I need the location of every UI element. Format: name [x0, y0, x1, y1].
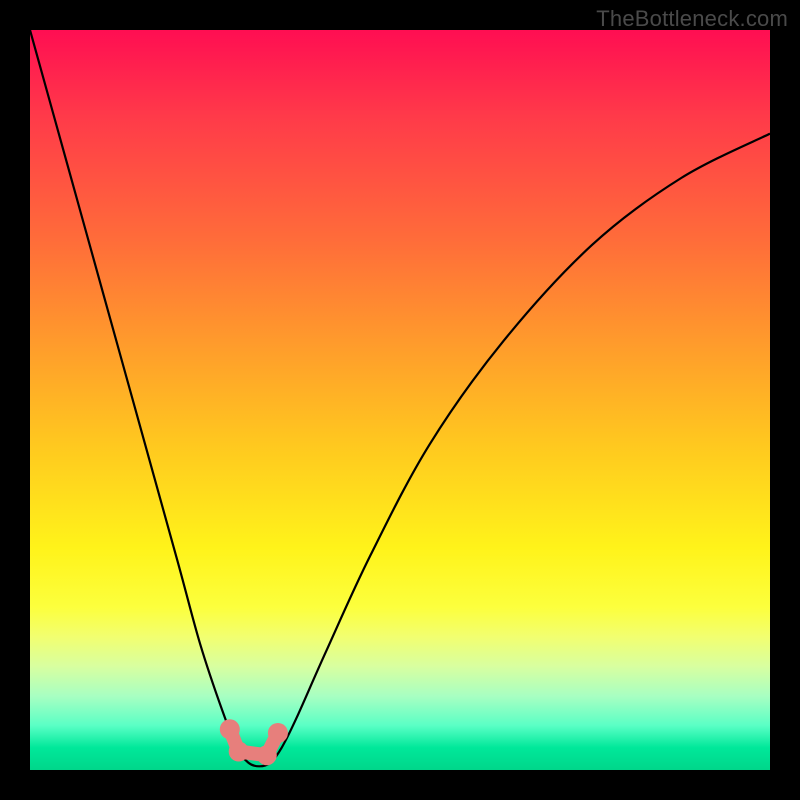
chart-frame: TheBottleneck.com: [0, 0, 800, 800]
marker-dot: [257, 745, 277, 765]
marker-cluster: [220, 719, 288, 765]
curve-svg: [30, 30, 770, 770]
watermark-text: TheBottleneck.com: [596, 6, 788, 32]
marker-dot: [220, 719, 240, 739]
marker-dot: [268, 723, 288, 743]
bottleneck-curve: [30, 30, 770, 766]
marker-dot: [229, 742, 249, 762]
plot-area: [30, 30, 770, 770]
